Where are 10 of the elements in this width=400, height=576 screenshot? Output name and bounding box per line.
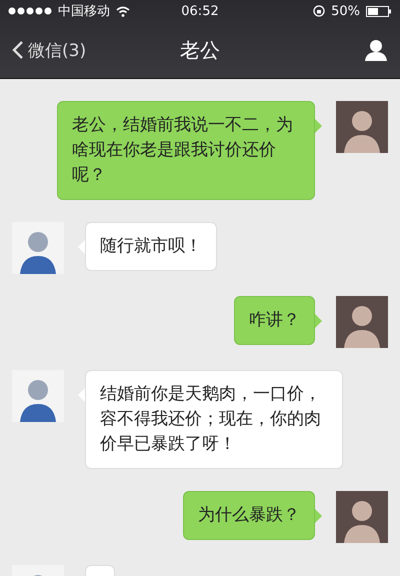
message-bubble: 为什么暴跌？: [183, 491, 315, 540]
message-bubble: 随行就市呗！: [85, 222, 217, 271]
chat-title: 老公: [180, 36, 220, 64]
clock-time: 06:52: [181, 4, 219, 18]
message-bubble: 咋讲？: [234, 296, 315, 345]
carrier-name: 中国移动: [58, 3, 110, 20]
battery-percent: 50%: [331, 4, 360, 18]
message-bubble: 老公，结婚前我说一不二，为啥现在你老是跟我讨价还价呢？: [57, 101, 315, 200]
back-link[interactable]: 微信(3): [12, 38, 122, 62]
message-bubble: 结婚前你是天鹅肉，一口价，容不得我还价；现在，你的肉价早已暴跌了呀！: [85, 370, 343, 469]
